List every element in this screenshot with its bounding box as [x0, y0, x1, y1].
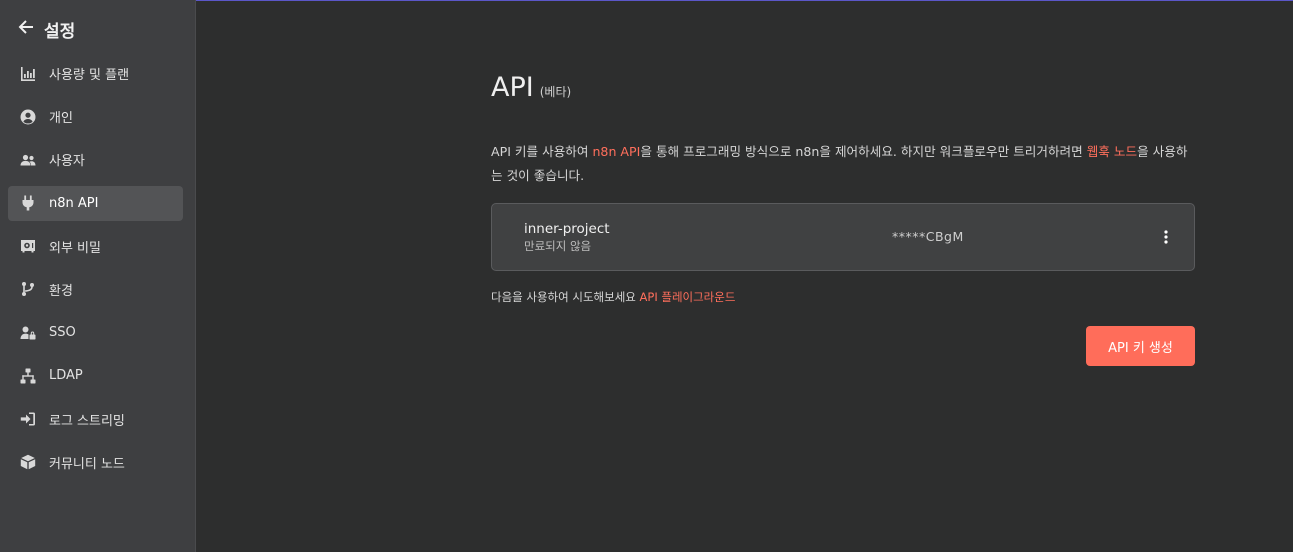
- network-icon: [19, 367, 37, 385]
- sidebar-item-label: 환경: [49, 283, 73, 299]
- more-options-button[interactable]: [1158, 228, 1174, 248]
- sidebar-item-label: 로그 스트리밍: [49, 413, 125, 429]
- sidebar-item-usage[interactable]: 사용량 및 플랜: [8, 56, 183, 91]
- sidebar-item-personal[interactable]: 개인: [8, 99, 183, 134]
- sidebar-item-environments[interactable]: 환경: [8, 272, 183, 307]
- arrow-left-icon: [18, 19, 34, 39]
- cube-icon: [19, 453, 37, 471]
- sidebar-item-label: 사용자: [49, 154, 85, 170]
- sidebar-item-label: n8n API: [49, 195, 99, 211]
- settings-nav: 사용량 및 플랜 개인 사용자 n8n API 외부 비밀 환경 SSO LDA…: [8, 56, 183, 488]
- api-playground-link[interactable]: API 플레이그라운드: [640, 290, 736, 304]
- users-icon: [19, 151, 37, 169]
- sidebar-item-n8n-api[interactable]: n8n API: [8, 185, 183, 221]
- sign-in-icon: [19, 410, 37, 428]
- webhook-node-link[interactable]: 웹훅 노드: [1087, 144, 1137, 159]
- api-description: API 키를 사용하여 n8n API을 통해 프로그래밍 방식으로 n8n을 …: [491, 140, 1195, 188]
- api-key-expiry: 만료되지 않음: [524, 239, 592, 253]
- plug-icon: [19, 194, 37, 212]
- sidebar-item-log-streaming[interactable]: 로그 스트리밍: [8, 402, 183, 437]
- create-api-key-button[interactable]: API 키 생성: [1086, 326, 1195, 366]
- playground-hint: 다음을 사용하여 시도해보세요 API 플레이그라운드: [491, 289, 735, 305]
- back-to-app[interactable]: 설정: [18, 16, 75, 42]
- page-title: API: [491, 72, 534, 103]
- user-lock-icon: [19, 324, 37, 342]
- chart-icon: [19, 65, 37, 83]
- vault-icon: [19, 237, 37, 255]
- sidebar-item-label: LDAP: [49, 368, 83, 384]
- settings-title: 설정: [44, 21, 76, 42]
- sidebar-item-label: 개인: [49, 111, 73, 127]
- api-key-name: inner-project: [524, 221, 610, 237]
- sidebar-item-ldap[interactable]: LDAP: [8, 358, 183, 393]
- settings-sidebar: 설정 사용량 및 플랜 개인 사용자 n8n API 외부 비밀 환경 SSO …: [0, 0, 196, 552]
- api-key-masked: *****CBgM: [892, 229, 964, 244]
- playground-text: 다음을 사용하여 시도해보세요: [491, 290, 636, 304]
- sidebar-item-users[interactable]: 사용자: [8, 142, 183, 177]
- user-circle-icon: [19, 108, 37, 126]
- sidebar-item-label: SSO: [49, 325, 76, 341]
- api-key-card: inner-project 만료되지 않음 *****CBgM: [491, 203, 1195, 271]
- beta-badge: (베타): [539, 85, 572, 99]
- sidebar-item-label: 외부 비밀: [49, 240, 101, 256]
- sidebar-item-sso[interactable]: SSO: [8, 315, 183, 350]
- description-text: API 키를 사용하여: [491, 144, 593, 159]
- branch-icon: [19, 280, 37, 298]
- sidebar-item-external-secrets[interactable]: 외부 비밀: [8, 229, 183, 264]
- page-heading: API (베타): [491, 72, 571, 103]
- n8n-api-link[interactable]: n8n API: [592, 144, 640, 159]
- description-text: 을 통해 프로그래밍 방식으로 n8n을 제어하세요. 하지만 워크플로우만 트…: [640, 144, 1087, 159]
- sidebar-item-label: 커뮤니티 노드: [49, 456, 125, 472]
- sidebar-item-label: 사용량 및 플랜: [49, 68, 130, 83]
- vertical-ellipsis-icon: [1164, 229, 1168, 248]
- sidebar-item-community-nodes[interactable]: 커뮤니티 노드: [8, 445, 183, 480]
